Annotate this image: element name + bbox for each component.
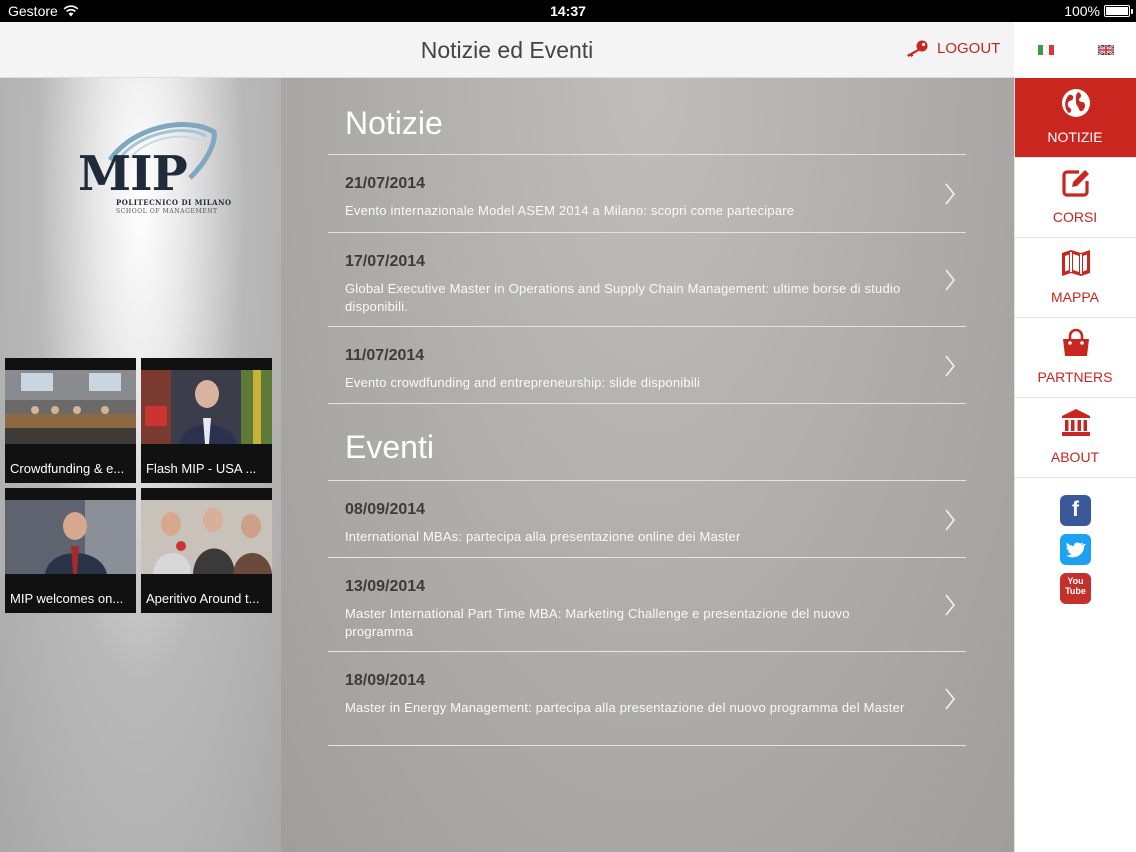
list-item[interactable]: 08/09/2014 International MBAs: partecipa…	[328, 481, 966, 558]
left-panel: MIP POLITECNICO DI MILANO SCHOOL OF MANA…	[0, 78, 281, 852]
list-item[interactable]: 13/09/2014 Master International Part Tim…	[328, 558, 966, 652]
events-section-title: Eventi	[345, 429, 434, 465]
nav-label: NOTIZIE	[1047, 129, 1103, 145]
facebook-icon[interactable]: f	[1060, 495, 1091, 526]
chevron-right-icon	[945, 509, 955, 531]
clock: 14:37	[550, 3, 586, 19]
key-icon	[907, 40, 928, 57]
video-caption: Aperitivo Around t...	[146, 591, 260, 606]
nav-label: ABOUT	[1050, 449, 1100, 465]
item-text: Master in Energy Management: partecipa a…	[345, 700, 905, 715]
item-date: 13/09/2014	[345, 578, 426, 595]
mip-logo: MIP POLITECNICO DI MILANO SCHOOL OF MANA…	[78, 120, 231, 220]
side-nav: NOTIZIE CORSI MAPPA PARTNERS ABOUT f You…	[1014, 78, 1136, 852]
nav-label: PARTNERS	[1037, 369, 1113, 385]
nav-item-mappa[interactable]: MAPPA	[1015, 238, 1136, 318]
list-item[interactable]: 11/07/2014 Evento crowdfunding and entre…	[328, 327, 966, 404]
item-date: 18/09/2014	[345, 672, 426, 689]
chevron-right-icon	[945, 269, 955, 291]
item-text: Evento internazionale Model ASEM 2014 a …	[345, 203, 795, 218]
nav-label: CORSI	[1052, 209, 1098, 225]
video-thumbnail[interactable]: Flash MIP - USA ...	[141, 358, 272, 483]
item-date: 11/07/2014	[345, 347, 425, 364]
item-date: 17/07/2014	[345, 253, 426, 270]
top-header: Notizie ed Eventi LOGOUT	[0, 22, 1014, 78]
facebook-glyph: f	[1072, 498, 1079, 521]
map-icon	[1062, 250, 1090, 276]
chevron-right-icon	[945, 355, 955, 377]
list-item[interactable]: 18/09/2014 Master in Energy Management: …	[328, 652, 966, 746]
italian-flag-icon[interactable]	[1038, 45, 1054, 55]
battery-icon	[1104, 5, 1133, 17]
twitter-bird-icon	[1066, 542, 1086, 558]
logo-line2: SCHOOL OF MANAGEMENT	[116, 208, 218, 215]
item-text: Global Executive Master in Operations an…	[345, 281, 901, 314]
item-text: Master International Part Time MBA: Mark…	[345, 606, 850, 639]
youtube-icon[interactable]: You Tube	[1060, 573, 1091, 604]
video-image	[141, 500, 272, 574]
item-text: International MBAs: partecipa alla prese…	[345, 529, 741, 544]
logout-button[interactable]: LOGOUT	[904, 39, 1000, 57]
video-image	[141, 370, 272, 444]
list-item[interactable]: 17/07/2014 Global Executive Master in Op…	[328, 233, 966, 327]
video-caption: Flash MIP - USA ...	[146, 461, 257, 476]
news-list: 21/07/2014 Evento internazionale Model A…	[328, 154, 966, 404]
video-thumbnail[interactable]: MIP welcomes on...	[5, 488, 136, 613]
twitter-icon[interactable]	[1060, 534, 1091, 565]
nav-label: MAPPA	[1051, 289, 1099, 305]
chevron-right-icon	[945, 688, 955, 710]
events-list: 08/09/2014 International MBAs: partecipa…	[328, 480, 966, 746]
item-date: 08/09/2014	[345, 501, 426, 518]
battery-percent: 100%	[1064, 3, 1100, 19]
status-bar: Gestore 14:37 100%	[0, 0, 1136, 22]
nav-item-notizie[interactable]: NOTIZIE	[1015, 78, 1136, 158]
logo-name: MIP	[78, 146, 188, 202]
item-text: Evento crowdfunding and entrepreneurship…	[345, 375, 701, 390]
chevron-right-icon	[945, 183, 955, 205]
language-selector	[1014, 22, 1136, 78]
youtube-glyph: You Tube	[1065, 576, 1086, 596]
list-item[interactable]: 21/07/2014 Evento internazionale Model A…	[328, 155, 966, 233]
nav-item-about[interactable]: ABOUT	[1015, 398, 1136, 478]
video-thumbnail[interactable]: Crowdfunding & e...	[5, 358, 136, 483]
video-image	[5, 500, 136, 574]
video-caption: Crowdfunding & e...	[10, 461, 125, 476]
edit-icon	[1062, 170, 1089, 197]
logout-label: LOGOUT	[937, 39, 1001, 57]
institution-icon	[1062, 409, 1090, 436]
item-date: 21/07/2014	[345, 175, 426, 192]
uk-flag-icon[interactable]	[1098, 45, 1114, 55]
news-section-title: Notizie	[345, 105, 443, 141]
logo-line1: POLITECNICO DI MILANO	[116, 198, 232, 207]
video-image	[5, 370, 136, 444]
video-caption: MIP welcomes on...	[10, 591, 124, 606]
chevron-right-icon	[945, 594, 955, 616]
shopping-bag-icon	[1063, 328, 1089, 356]
nav-item-corsi[interactable]: CORSI	[1015, 158, 1136, 238]
nav-item-partners[interactable]: PARTNERS	[1015, 318, 1136, 398]
main-content: Notizie 21/07/2014 Evento internazionale…	[281, 78, 1014, 852]
battery-info: 100%	[1064, 3, 1133, 19]
globe-icon	[1062, 89, 1090, 117]
page-title: Notizie ed Eventi	[420, 37, 594, 63]
video-thumbnail[interactable]: Aperitivo Around t...	[141, 488, 272, 613]
